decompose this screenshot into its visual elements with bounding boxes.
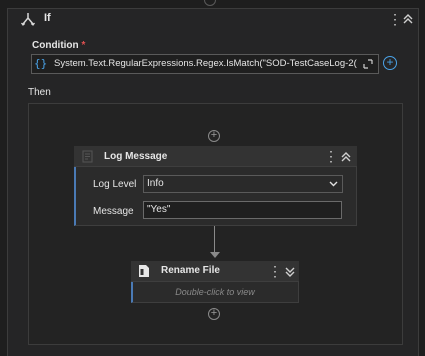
sequence-connector bbox=[214, 226, 215, 254]
expand-editor-icon[interactable] bbox=[362, 58, 374, 70]
branch-icon bbox=[20, 13, 36, 26]
required-mark: * bbox=[81, 40, 86, 51]
log-message-collapse-icon[interactable] bbox=[339, 150, 353, 164]
if-header[interactable]: If ⋮ bbox=[8, 9, 418, 29]
condition-label: Condition * bbox=[32, 40, 85, 51]
double-click-hint: Double-click to view bbox=[175, 287, 255, 297]
log-level-value: Info bbox=[147, 178, 164, 189]
expand-icon[interactable] bbox=[283, 265, 297, 279]
rename-file-menu-icon[interactable]: ⋮ bbox=[268, 264, 282, 278]
if-title: If bbox=[44, 12, 51, 24]
connector-arrow-icon bbox=[210, 252, 220, 258]
rename-file-title: Rename File bbox=[161, 265, 220, 276]
log-icon bbox=[82, 150, 93, 163]
collapse-icon[interactable] bbox=[401, 12, 415, 26]
log-level-select[interactable]: Info bbox=[143, 175, 343, 193]
chevron-down-icon bbox=[329, 181, 338, 187]
message-input[interactable]: "Yes" bbox=[143, 201, 342, 219]
add-activity-top-icon[interactable]: + bbox=[208, 130, 220, 142]
add-expression-plus-icon[interactable]: + bbox=[383, 56, 397, 70]
if-menu-icon[interactable]: ⋮ bbox=[388, 12, 402, 26]
message-label: Message bbox=[93, 206, 134, 217]
message-value: "Yes" bbox=[147, 204, 171, 215]
condition-label-text: Condition bbox=[32, 40, 79, 51]
rename-file-header[interactable]: Rename File ⋮ bbox=[131, 261, 299, 282]
add-activity-bottom-icon[interactable]: + bbox=[208, 308, 220, 320]
file-icon bbox=[139, 265, 149, 277]
log-message-menu-icon[interactable]: ⋮ bbox=[324, 149, 338, 163]
log-message-title: Log Message bbox=[104, 151, 168, 162]
condition-expression-text: System.Text.RegularExpressions.Regex.IsM… bbox=[54, 58, 357, 69]
condition-expression-field[interactable]: {} System.Text.RegularExpressions.Regex.… bbox=[31, 54, 379, 74]
log-level-label: Log Level bbox=[93, 179, 137, 190]
expression-braces-icon: {} bbox=[34, 57, 48, 70]
log-message-header[interactable]: Log Message ⋮ bbox=[74, 146, 357, 167]
then-label: Then bbox=[28, 87, 51, 98]
top-add-connector[interactable] bbox=[204, 0, 216, 6]
